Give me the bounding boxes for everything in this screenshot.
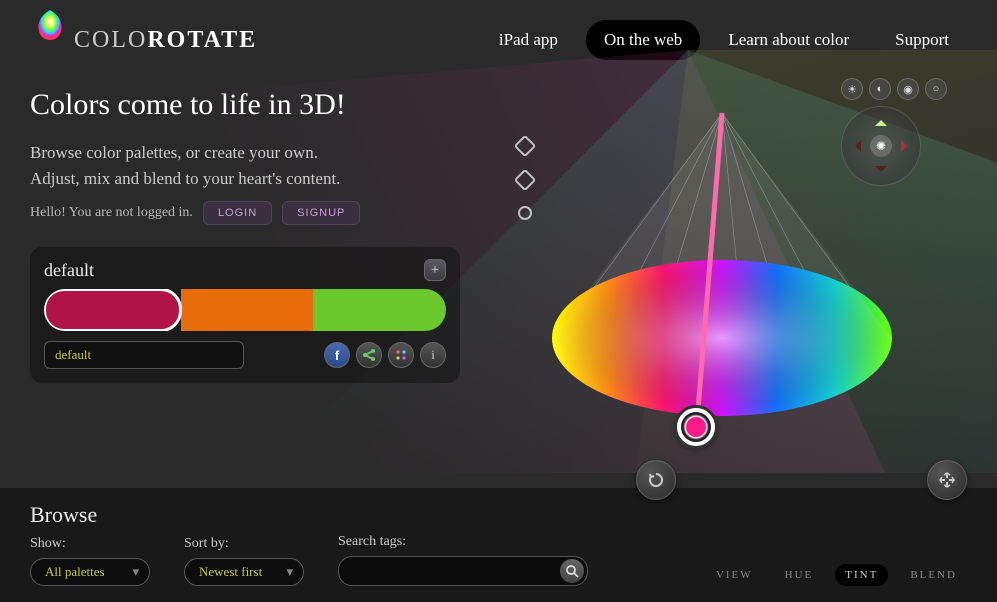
color-cone-area: ☀ ◐ ◉ ○ ✺	[447, 78, 967, 498]
refresh-icon	[647, 471, 665, 489]
mode-hue[interactable]: HUE	[775, 564, 824, 586]
search-button[interactable]	[560, 559, 584, 583]
intro-line-1: Browse color palettes, or create your ow…	[30, 143, 318, 162]
share-button[interactable]	[356, 342, 382, 368]
browse-bar: Browse Show: All palettes Sort by: Newes…	[0, 488, 997, 602]
search-input[interactable]	[338, 556, 588, 586]
info-button[interactable]: i	[420, 342, 446, 368]
diamond-tool-2[interactable]	[514, 169, 537, 192]
facebook-share-button[interactable]: f	[324, 342, 350, 368]
palette-name-input[interactable]	[44, 341, 244, 369]
mode-view[interactable]: VIEW	[706, 564, 763, 586]
expand-icon	[938, 471, 956, 489]
mode-tabs: VIEW HUE TINT BLEND	[706, 564, 967, 586]
grid-icon	[395, 349, 407, 361]
mode-tint[interactable]: TINT	[835, 564, 888, 586]
globe-tool-icon[interactable]: ◉	[897, 78, 919, 100]
logo-icon	[30, 6, 70, 46]
color-cone[interactable]	[537, 103, 907, 463]
logo-text-1: COLO	[74, 27, 147, 53]
browse-heading: Browse	[30, 502, 967, 528]
add-swatch-button[interactable]: +	[424, 259, 446, 281]
brightness-tool-icon[interactable]: ☀	[841, 78, 863, 100]
signup-button[interactable]: SIGNUP	[282, 201, 360, 225]
search-icon	[566, 565, 579, 578]
logo-text-2: ROTATE	[147, 27, 257, 53]
share-icon	[362, 348, 376, 362]
swatch-1[interactable]	[44, 289, 182, 331]
swatch-3[interactable]	[313, 289, 446, 331]
palette-panel: default + f i	[30, 247, 460, 383]
contrast-tool-icon[interactable]: ◐	[869, 78, 891, 100]
search-label: Search tags:	[338, 534, 588, 550]
swatch-2[interactable]	[181, 289, 314, 331]
reset-tool-icon[interactable]: ○	[925, 78, 947, 100]
color-picker-handle[interactable]	[677, 408, 715, 446]
diamond-tool-1[interactable]	[514, 135, 537, 158]
refresh-button[interactable]	[636, 460, 676, 500]
show-dropdown[interactable]: All palettes	[30, 558, 150, 586]
mode-blend[interactable]: BLEND	[900, 564, 967, 586]
palette-swatches	[44, 289, 446, 331]
circle-tool[interactable]	[518, 206, 532, 220]
sort-dropdown[interactable]: Newest first	[184, 558, 304, 586]
login-button[interactable]: LOGIN	[203, 201, 272, 225]
palette-title: default	[44, 260, 94, 281]
intro-line-2: Adjust, mix and blend to your heart's co…	[30, 169, 340, 188]
expand-button[interactable]	[927, 460, 967, 500]
grid-button[interactable]	[388, 342, 414, 368]
sort-label: Sort by:	[184, 536, 304, 552]
login-status: Hello! You are not logged in.	[30, 205, 193, 221]
show-label: Show:	[30, 536, 150, 552]
